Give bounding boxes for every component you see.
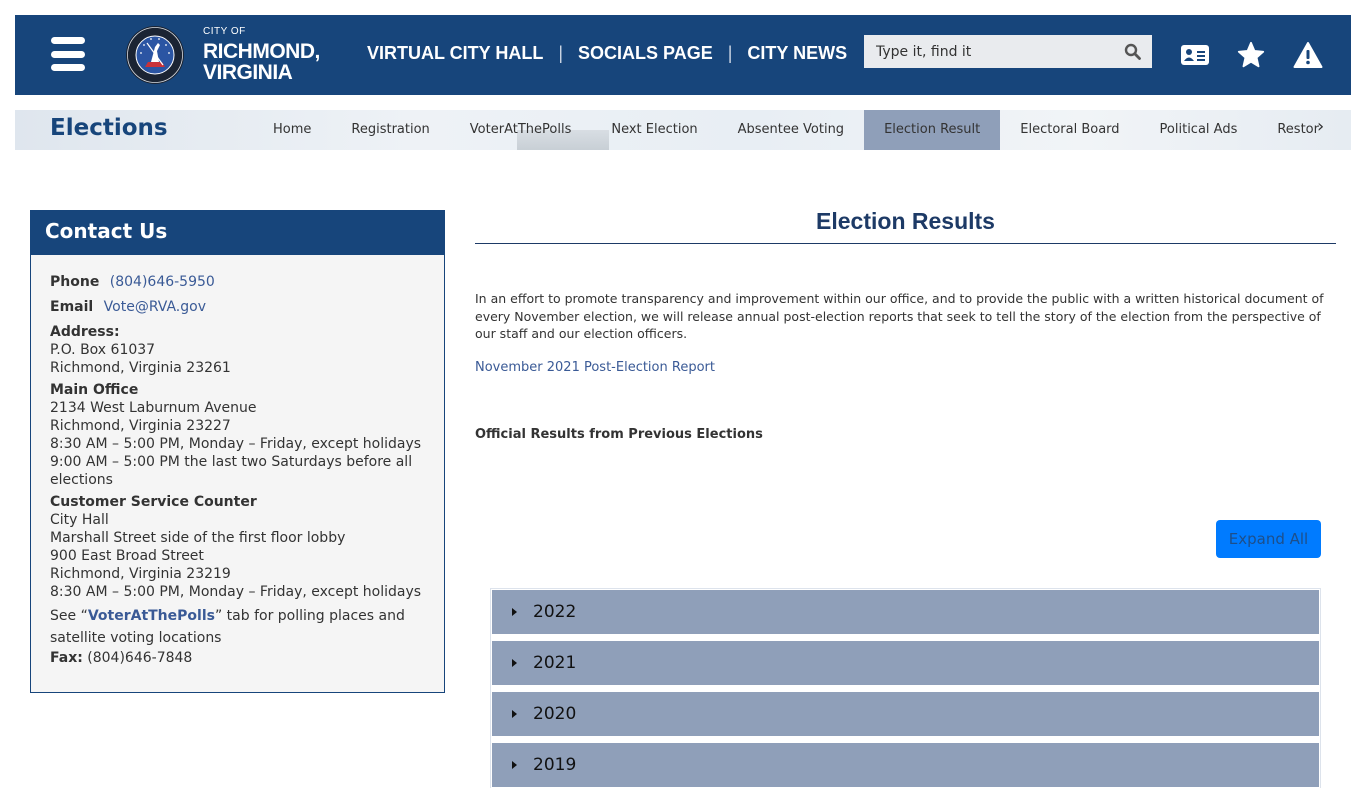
nav-socials-page[interactable]: SOCIALS PAGE xyxy=(578,43,713,64)
tab-voter-at-the-polls[interactable]: VoterAtThePolls xyxy=(450,110,592,150)
contact-card-icon xyxy=(1181,45,1209,65)
accordion-item-2022[interactable]: 2022 xyxy=(492,590,1319,634)
results-accordion: 2022 2021 2020 2019 xyxy=(490,588,1321,788)
nav-city-news[interactable]: CITY NEWS xyxy=(747,43,847,64)
search-input[interactable] xyxy=(864,43,1112,60)
accordion-year: 2020 xyxy=(533,704,577,724)
tab-election-result[interactable]: Election Result xyxy=(864,110,1001,150)
accordion-year: 2022 xyxy=(533,602,577,622)
site-header: CITY OF RICHMOND, VIRGINIA VIRTUAL CITY … xyxy=(15,15,1351,95)
tab-restoration[interactable]: Restoration xyxy=(1257,110,1319,150)
fax-label: Fax: xyxy=(50,650,83,666)
accordion-item-2020[interactable]: 2020 xyxy=(492,692,1319,736)
expand-all-button[interactable]: Expand All xyxy=(1216,520,1321,558)
star-icon xyxy=(1237,41,1265,68)
polling-note: See “VoterAtThePolls” tab for polling pl… xyxy=(50,605,425,649)
contact-card: Contact Us Phone (804)646-5950 Email Vot… xyxy=(30,210,445,693)
section-title[interactable]: Elections xyxy=(50,115,168,141)
city-seal-logo[interactable] xyxy=(125,25,185,85)
counter-label: Customer Service Counter xyxy=(50,494,257,510)
polling-note-prefix: See “ xyxy=(50,608,88,624)
favorites-button[interactable] xyxy=(1235,39,1267,71)
address-line: P.O. Box 61037 xyxy=(50,342,156,358)
address-block: Address: P.O. Box 61037 Richmond, Virgin… xyxy=(50,323,425,377)
brand-city-of: CITY OF xyxy=(203,26,246,37)
counter-line: 8:30 AM – 5:00 PM, Monday – Friday, exce… xyxy=(50,584,422,600)
tab-absentee-voting[interactable]: Absentee Voting xyxy=(718,110,864,150)
nav-separator: | xyxy=(727,43,733,63)
nav-separator: | xyxy=(558,43,564,63)
brand-richmond: RICHMOND, xyxy=(203,40,320,63)
section-tabs: Home Registration VoterAtThePolls Next E… xyxy=(253,110,1319,150)
accordion-item-2019[interactable]: 2019 xyxy=(492,743,1319,787)
caret-right-icon xyxy=(512,608,517,616)
contact-card-button[interactable] xyxy=(1179,39,1211,71)
main-office-label: Main Office xyxy=(50,382,139,398)
alert-icon xyxy=(1293,42,1323,68)
tab-political-ads[interactable]: Political Ads xyxy=(1140,110,1258,150)
counter-line: Marshall Street side of the first floor … xyxy=(50,530,346,546)
counter-line: 900 East Broad Street xyxy=(50,548,204,564)
top-nav: VIRTUAL CITY HALL | SOCIALS PAGE | CITY … xyxy=(367,43,847,64)
intro-paragraph: In an effort to promote transparency and… xyxy=(475,291,1324,341)
tab-next-election[interactable]: Next Election xyxy=(591,110,717,150)
phone-row: Phone (804)646-5950 xyxy=(50,273,425,291)
main-office-line: 2134 West Laburnum Avenue xyxy=(50,400,257,416)
tab-electoral-board[interactable]: Electoral Board xyxy=(1000,110,1139,150)
counter-line: Richmond, Virginia 23219 xyxy=(50,566,231,582)
nav-virtual-city-hall[interactable]: VIRTUAL CITY HALL xyxy=(367,43,543,64)
main-office-block: Main Office 2134 West Laburnum Avenue Ri… xyxy=(50,381,425,489)
counter-block: Customer Service Counter City Hall Marsh… xyxy=(50,493,425,601)
email-row: Email Vote@RVA.gov xyxy=(50,298,425,316)
fax-row: Fax: (804)646-7848 xyxy=(50,649,425,667)
accordion-year: 2019 xyxy=(533,755,577,775)
accordion-item-2021[interactable]: 2021 xyxy=(492,641,1319,685)
main-office-line: Richmond, Virginia 23227 xyxy=(50,418,231,434)
page-title: Election Results xyxy=(816,208,995,234)
post-election-report-link[interactable]: November 2021 Post-Election Report xyxy=(475,360,715,375)
voter-at-the-polls-link[interactable]: VoterAtThePolls xyxy=(88,608,215,624)
city-brand[interactable]: CITY OF RICHMOND, VIRGINIA xyxy=(203,26,320,84)
title-divider xyxy=(475,243,1336,244)
fax-number: (804)646-7848 xyxy=(87,650,193,666)
address-line: Richmond, Virginia 23261 xyxy=(50,360,231,376)
phone-link[interactable]: (804)646-5950 xyxy=(110,274,215,290)
brand-virginia: VIRGINIA xyxy=(203,61,293,84)
search-icon xyxy=(1124,43,1141,60)
menu-icon[interactable] xyxy=(51,37,85,71)
phone-label: Phone xyxy=(50,274,100,290)
contact-body: Phone (804)646-5950 Email Vote@RVA.gov A… xyxy=(31,255,444,685)
caret-right-icon xyxy=(512,710,517,718)
email-label: Email xyxy=(50,299,94,315)
alerts-button[interactable] xyxy=(1292,39,1324,71)
search-box xyxy=(864,35,1152,68)
chevron-right-icon[interactable]: › xyxy=(1317,116,1324,137)
main-office-line: 9:00 AM – 5:00 PM the last two Saturdays… xyxy=(50,454,413,488)
official-results-heading: Official Results from Previous Elections xyxy=(475,427,763,442)
search-button[interactable] xyxy=(1112,35,1152,68)
contact-title: Contact Us xyxy=(31,211,444,255)
accordion-year: 2021 xyxy=(533,653,577,673)
tab-home[interactable]: Home xyxy=(253,110,331,150)
counter-line: City Hall xyxy=(50,512,109,528)
caret-right-icon xyxy=(512,659,517,667)
email-link[interactable]: Vote@RVA.gov xyxy=(104,299,206,315)
section-nav: Elections Home Registration VoterAtThePo… xyxy=(15,110,1351,150)
address-label: Address: xyxy=(50,324,120,340)
tab-registration[interactable]: Registration xyxy=(331,110,449,150)
main-office-line: 8:30 AM – 5:00 PM, Monday – Friday, exce… xyxy=(50,436,422,452)
